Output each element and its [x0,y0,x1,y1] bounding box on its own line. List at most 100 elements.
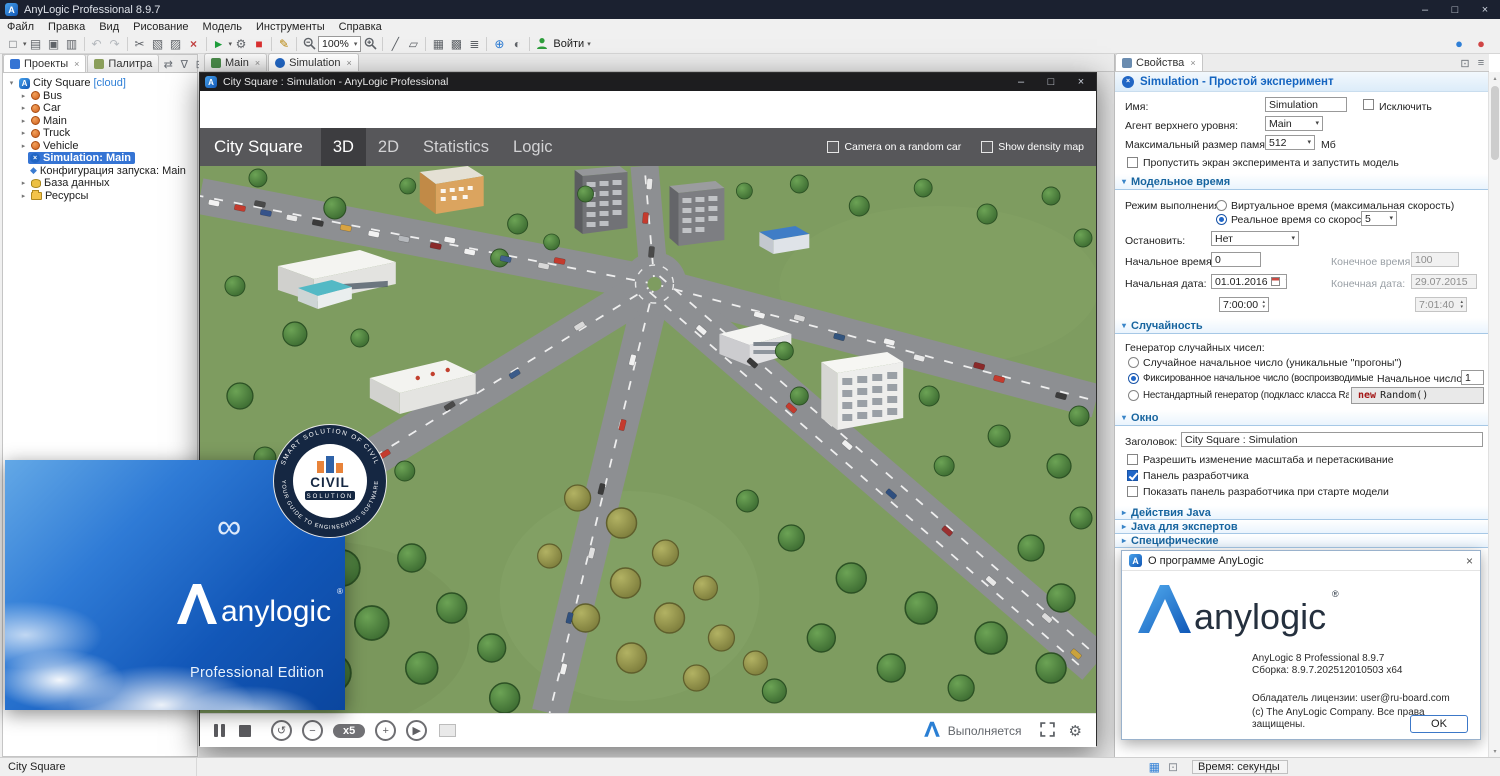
custom-generator-code[interactable]: new Random() [1351,387,1484,404]
sim-minimize-button[interactable]: – [1006,73,1036,92]
tab-statistics[interactable]: Statistics [411,128,501,166]
expand-icon[interactable]: ▸ [19,142,28,150]
console-icon[interactable]: ● [1472,35,1490,52]
exclude-checkbox[interactable] [1363,99,1374,110]
density-checkbox[interactable] [981,141,993,153]
tree-item-main[interactable]: ▸ Main [3,115,197,128]
zoom-in-icon[interactable] [361,35,379,52]
tree-item-vehicle[interactable]: ▸ Vehicle [3,140,197,153]
properties-tab-close-icon[interactable]: × [1190,58,1195,68]
stop-run-button[interactable] [239,725,251,737]
camera-checkbox[interactable] [827,141,839,153]
tree-item-database[interactable]: ▸ База данных [3,177,197,190]
new-model-icon[interactable]: □ [4,35,22,52]
menu-tools[interactable]: Инструменты [249,19,332,34]
tree-item-truck[interactable]: ▸ Truck [3,127,197,140]
scroll-up-icon[interactable]: ▴ [1489,72,1500,84]
debug-icon[interactable]: ⚙ [232,35,250,52]
developer-panel-checkbox[interactable] [1127,470,1138,481]
memory-status-icon[interactable]: ⊡ [1168,758,1178,776]
tree-item-car[interactable]: ▸ Car [3,102,197,115]
maximize-button[interactable]: □ [1440,0,1470,19]
spin-down-icon[interactable]: ▾ [1262,305,1265,310]
editor-tab-main[interactable]: Main × [204,53,267,71]
login-button[interactable]: Войти [553,38,584,50]
window-title-input[interactable]: City Square : Simulation [1181,432,1483,447]
tree-item-run-configuration[interactable]: ◆ Конфигурация запуска: Main [3,165,197,178]
speed-up-button[interactable]: + [375,720,396,741]
login-user-icon[interactable] [533,35,551,52]
speed-scale-select[interactable]: 5 ▾ [1361,211,1397,226]
grid-icon[interactable]: ▦ [429,35,447,52]
show-developer-panel-checkbox[interactable] [1127,486,1138,497]
redo-icon[interactable]: ↷ [106,35,124,52]
tab-3d[interactable]: 3D [321,128,366,166]
scrollbar-thumb[interactable] [1491,86,1499,160]
expand-icon[interactable]: ▸ [19,104,28,112]
projects-tab-close-icon[interactable]: × [74,59,79,69]
section-randomness[interactable]: ▾ Случайность [1115,318,1489,334]
end-clock-spinner[interactable]: 7:01:40 ▴▾ [1415,297,1467,312]
properties-scrollbar[interactable]: ▴ ▾ [1488,72,1500,757]
scroll-down-icon[interactable]: ▾ [1489,745,1500,757]
real-time-radio[interactable] [1216,214,1227,225]
copy-icon[interactable]: ▧ [149,35,167,52]
ok-button[interactable]: OK [1410,715,1468,733]
tab-properties[interactable]: Свойства × [1115,53,1203,71]
view-menu-icon[interactable]: ≡ [1473,55,1489,71]
sim-window-title-bar[interactable]: A City Square : Simulation - AnyLogic Pr… [200,73,1096,91]
virtual-time-radio[interactable] [1216,200,1227,211]
end-date-input[interactable]: 29.07.2015 [1411,274,1477,289]
filter-icon[interactable]: ∇ [176,56,192,72]
sim-maximize-button[interactable]: □ [1036,73,1066,92]
stop-icon[interactable]: ■ [250,35,268,52]
section-model-time[interactable]: ▾ Модельное время [1115,174,1489,190]
undo-icon[interactable]: ↶ [88,35,106,52]
expand-icon[interactable]: ▸ [19,179,28,187]
about-close-icon[interactable]: × [1466,554,1473,568]
custom-generator-radio[interactable] [1128,390,1139,401]
menu-help[interactable]: Справка [332,19,389,34]
sim-close-button[interactable]: × [1066,73,1096,92]
pin-properties-icon[interactable]: ⊡ [1457,55,1473,71]
tree-item-simulation[interactable]: × Simulation: Main [3,152,197,165]
tree-root-city-square[interactable]: ▾ A City Square [cloud] [3,77,197,90]
save-icon[interactable]: ▣ [45,35,63,52]
pause-button[interactable] [214,724,225,737]
run-button[interactable]: ► [210,35,228,52]
db-status-icon[interactable]: ▦ [1149,758,1160,776]
layers-icon[interactable]: ≣ [465,35,483,52]
stop-select[interactable]: Нет ▾ [1211,231,1299,246]
link-editor-icon[interactable]: ⇄ [160,56,176,72]
fullscreen-button[interactable] [1040,722,1055,740]
random-seed-radio[interactable] [1128,357,1139,368]
realtime-toggle-button[interactable]: ▶ [406,720,427,741]
draw-line-icon[interactable]: ╱ [386,35,404,52]
skip-experiment-checkbox[interactable] [1127,157,1138,168]
calendar-icon[interactable] [1271,277,1280,286]
section-window[interactable]: ▾ Окно [1115,410,1489,426]
section-specific[interactable]: ▸ Специфические [1115,534,1489,548]
menu-draw[interactable]: Рисование [126,19,195,34]
section-java-experts[interactable]: ▸ Java для экспертов [1115,520,1489,534]
editor-tab-simulation[interactable]: Simulation × [268,53,359,71]
slow-down-button[interactable]: − [302,720,323,741]
menu-model[interactable]: Модель [196,19,249,34]
minimize-button[interactable]: – [1410,0,1440,19]
paste-icon[interactable]: ▨ [167,35,185,52]
menu-view[interactable]: Вид [92,19,126,34]
tab-close-icon[interactable]: × [346,58,351,68]
seed-input[interactable]: 1 [1461,370,1484,385]
workspace-icon[interactable]: ● [1450,35,1468,52]
name-input[interactable]: Simulation [1265,97,1347,112]
tab-close-icon[interactable]: × [255,58,260,68]
model-settings-button[interactable]: ⚙ [1069,722,1082,740]
snap-icon[interactable]: ▩ [447,35,465,52]
print-icon[interactable]: ▥ [63,35,81,52]
zoom-out-icon[interactable] [300,35,318,52]
tab-logic[interactable]: Logic [501,128,564,166]
cut-icon[interactable]: ✂ [131,35,149,52]
open-model-icon[interactable]: ▤ [27,35,45,52]
expand-icon[interactable]: ▸ [19,117,28,125]
step-button[interactable]: ↺ [271,720,292,741]
